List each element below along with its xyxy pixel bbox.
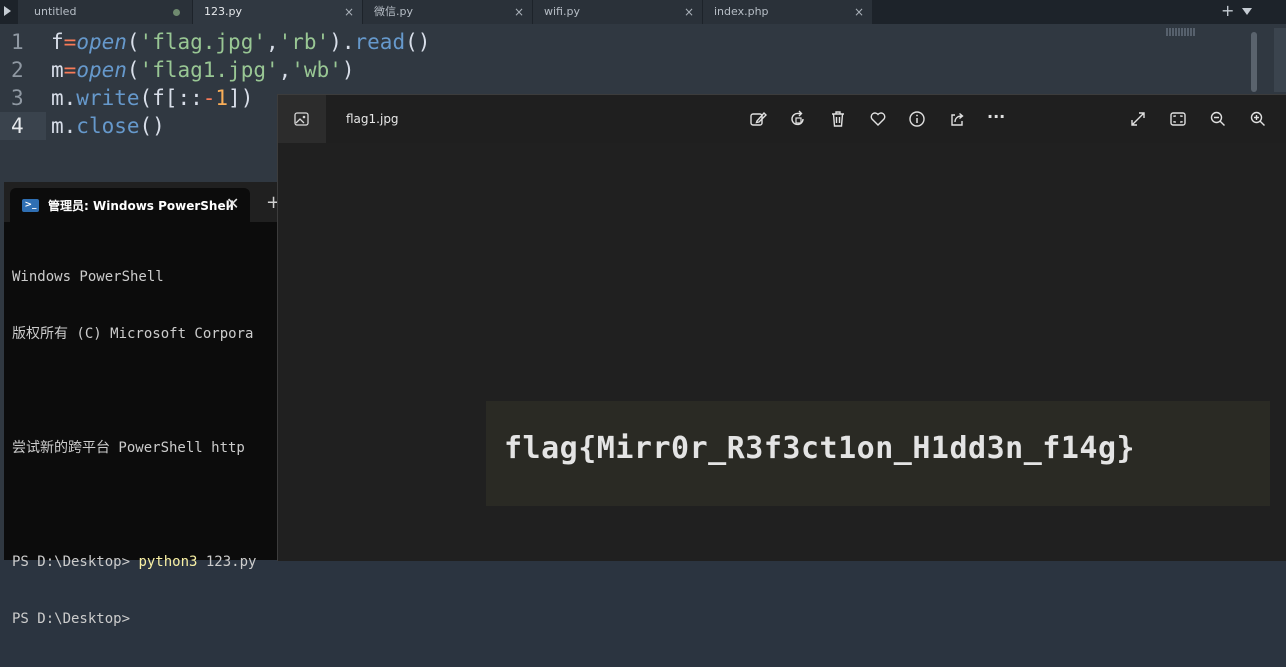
- line-number: 1: [11, 30, 24, 54]
- more-icon[interactable]: ···: [987, 109, 1007, 129]
- prompt: PS D:\Desktop>: [12, 554, 139, 570]
- displayed-image: flag{Mirr0r_R3f3ct1on_H1dd3n_f14g}: [486, 401, 1270, 506]
- panel-edge: [1274, 28, 1286, 92]
- info-icon[interactable]: [907, 109, 927, 129]
- code-text: m=open('flag1.jpg','wb'): [51, 58, 355, 82]
- code-line: 2 m=open('flag1.jpg','wb'): [0, 56, 1250, 84]
- minimap[interactable]: [1166, 28, 1196, 36]
- tab-label: wifi.py: [544, 5, 580, 18]
- new-tab-icon[interactable]: +: [1221, 1, 1234, 21]
- terminal-tab-label: 管理员: Windows PowerShell: [48, 199, 234, 213]
- file-name: flag1.jpg: [346, 112, 399, 126]
- terminal-output[interactable]: Windows PowerShell 版权所有 (C) Microsoft Co…: [12, 230, 256, 667]
- edit-icon[interactable]: [748, 109, 768, 129]
- tab-scroll-left-icon[interactable]: [4, 6, 11, 16]
- viewer-toolbar: flag1.jpg ···: [278, 95, 1286, 143]
- tab-wifi-py[interactable]: wifi.py ×: [533, 0, 703, 24]
- share-icon[interactable]: [947, 109, 967, 129]
- image-flag-text: flag{Mirr0r_R3f3ct1on_H1dd3n_f14g}: [504, 431, 1136, 466]
- zoom-in-icon[interactable]: [1248, 109, 1268, 129]
- photo-viewer-window: flag1.jpg ··· flag{Mirr0r_R3f3ct1on_H1dd…: [277, 94, 1286, 561]
- terminal-line: 尝试新的跨平台 PowerShell http: [12, 440, 245, 456]
- line-number: 4: [0, 112, 46, 140]
- terminal-line: PS D:\Desktop>: [12, 611, 131, 627]
- tab-untitled[interactable]: untitled: [18, 0, 193, 24]
- tab-label: index.php: [714, 5, 769, 18]
- code-text: m.write(f[::-1]): [51, 86, 254, 110]
- code-text: m.close(): [51, 114, 165, 138]
- unsaved-dot-icon: [173, 9, 180, 16]
- tab-123-py[interactable]: 123.py ×: [193, 0, 363, 24]
- tab-list-chevron-down-icon[interactable]: [1242, 8, 1252, 15]
- terminal-line: 版权所有 (C) Microsoft Corpora: [12, 326, 254, 342]
- tab-label: 123.py: [204, 5, 242, 18]
- command: python3: [138, 554, 198, 570]
- close-tab-icon[interactable]: ×: [514, 0, 524, 24]
- terminal-tab-powershell[interactable]: >_ 管理员: Windows PowerShell ✕: [10, 188, 250, 222]
- fit-icon[interactable]: [1168, 109, 1188, 129]
- close-tab-icon[interactable]: ×: [854, 0, 864, 24]
- code-line: 1 f=open('flag.jpg','rb').read(): [0, 28, 1250, 56]
- editor-scrollbar[interactable]: [1251, 32, 1257, 92]
- powershell-icon: >_: [22, 199, 39, 212]
- editor-tab-bar: untitled 123.py × 微信.py × wifi.py × inde…: [0, 0, 1286, 24]
- favorite-icon[interactable]: [868, 109, 888, 129]
- line-number: 3: [11, 86, 24, 110]
- terminal-tab-bar: >_ 管理员: Windows PowerShell ✕ +: [4, 182, 294, 222]
- rotate-icon[interactable]: [788, 109, 808, 129]
- tab-label: 微信.py: [374, 5, 413, 18]
- tab-weixin-py[interactable]: 微信.py ×: [363, 0, 533, 24]
- powershell-terminal-window: >_ 管理员: Windows PowerShell ✕ + Windows P…: [4, 182, 294, 627]
- gallery-button[interactable]: [278, 95, 326, 143]
- zoom-out-icon[interactable]: [1208, 109, 1228, 129]
- line-number: 2: [11, 58, 24, 82]
- close-tab-icon[interactable]: ×: [344, 0, 354, 24]
- terminal-line: Windows PowerShell: [12, 269, 164, 285]
- tab-label: untitled: [34, 5, 77, 18]
- gallery-icon: [292, 109, 312, 129]
- terminal-line: PS D:\Desktop> python3 123.py: [12, 553, 256, 572]
- tab-index-php[interactable]: index.php ×: [703, 0, 873, 24]
- fullscreen-icon[interactable]: [1128, 109, 1148, 129]
- close-icon[interactable]: ✕: [226, 194, 239, 213]
- code-text: f=open('flag.jpg','rb').read(): [51, 30, 431, 54]
- close-tab-icon[interactable]: ×: [684, 0, 694, 24]
- delete-icon[interactable]: [828, 109, 848, 129]
- command-argument: 123.py: [197, 554, 257, 570]
